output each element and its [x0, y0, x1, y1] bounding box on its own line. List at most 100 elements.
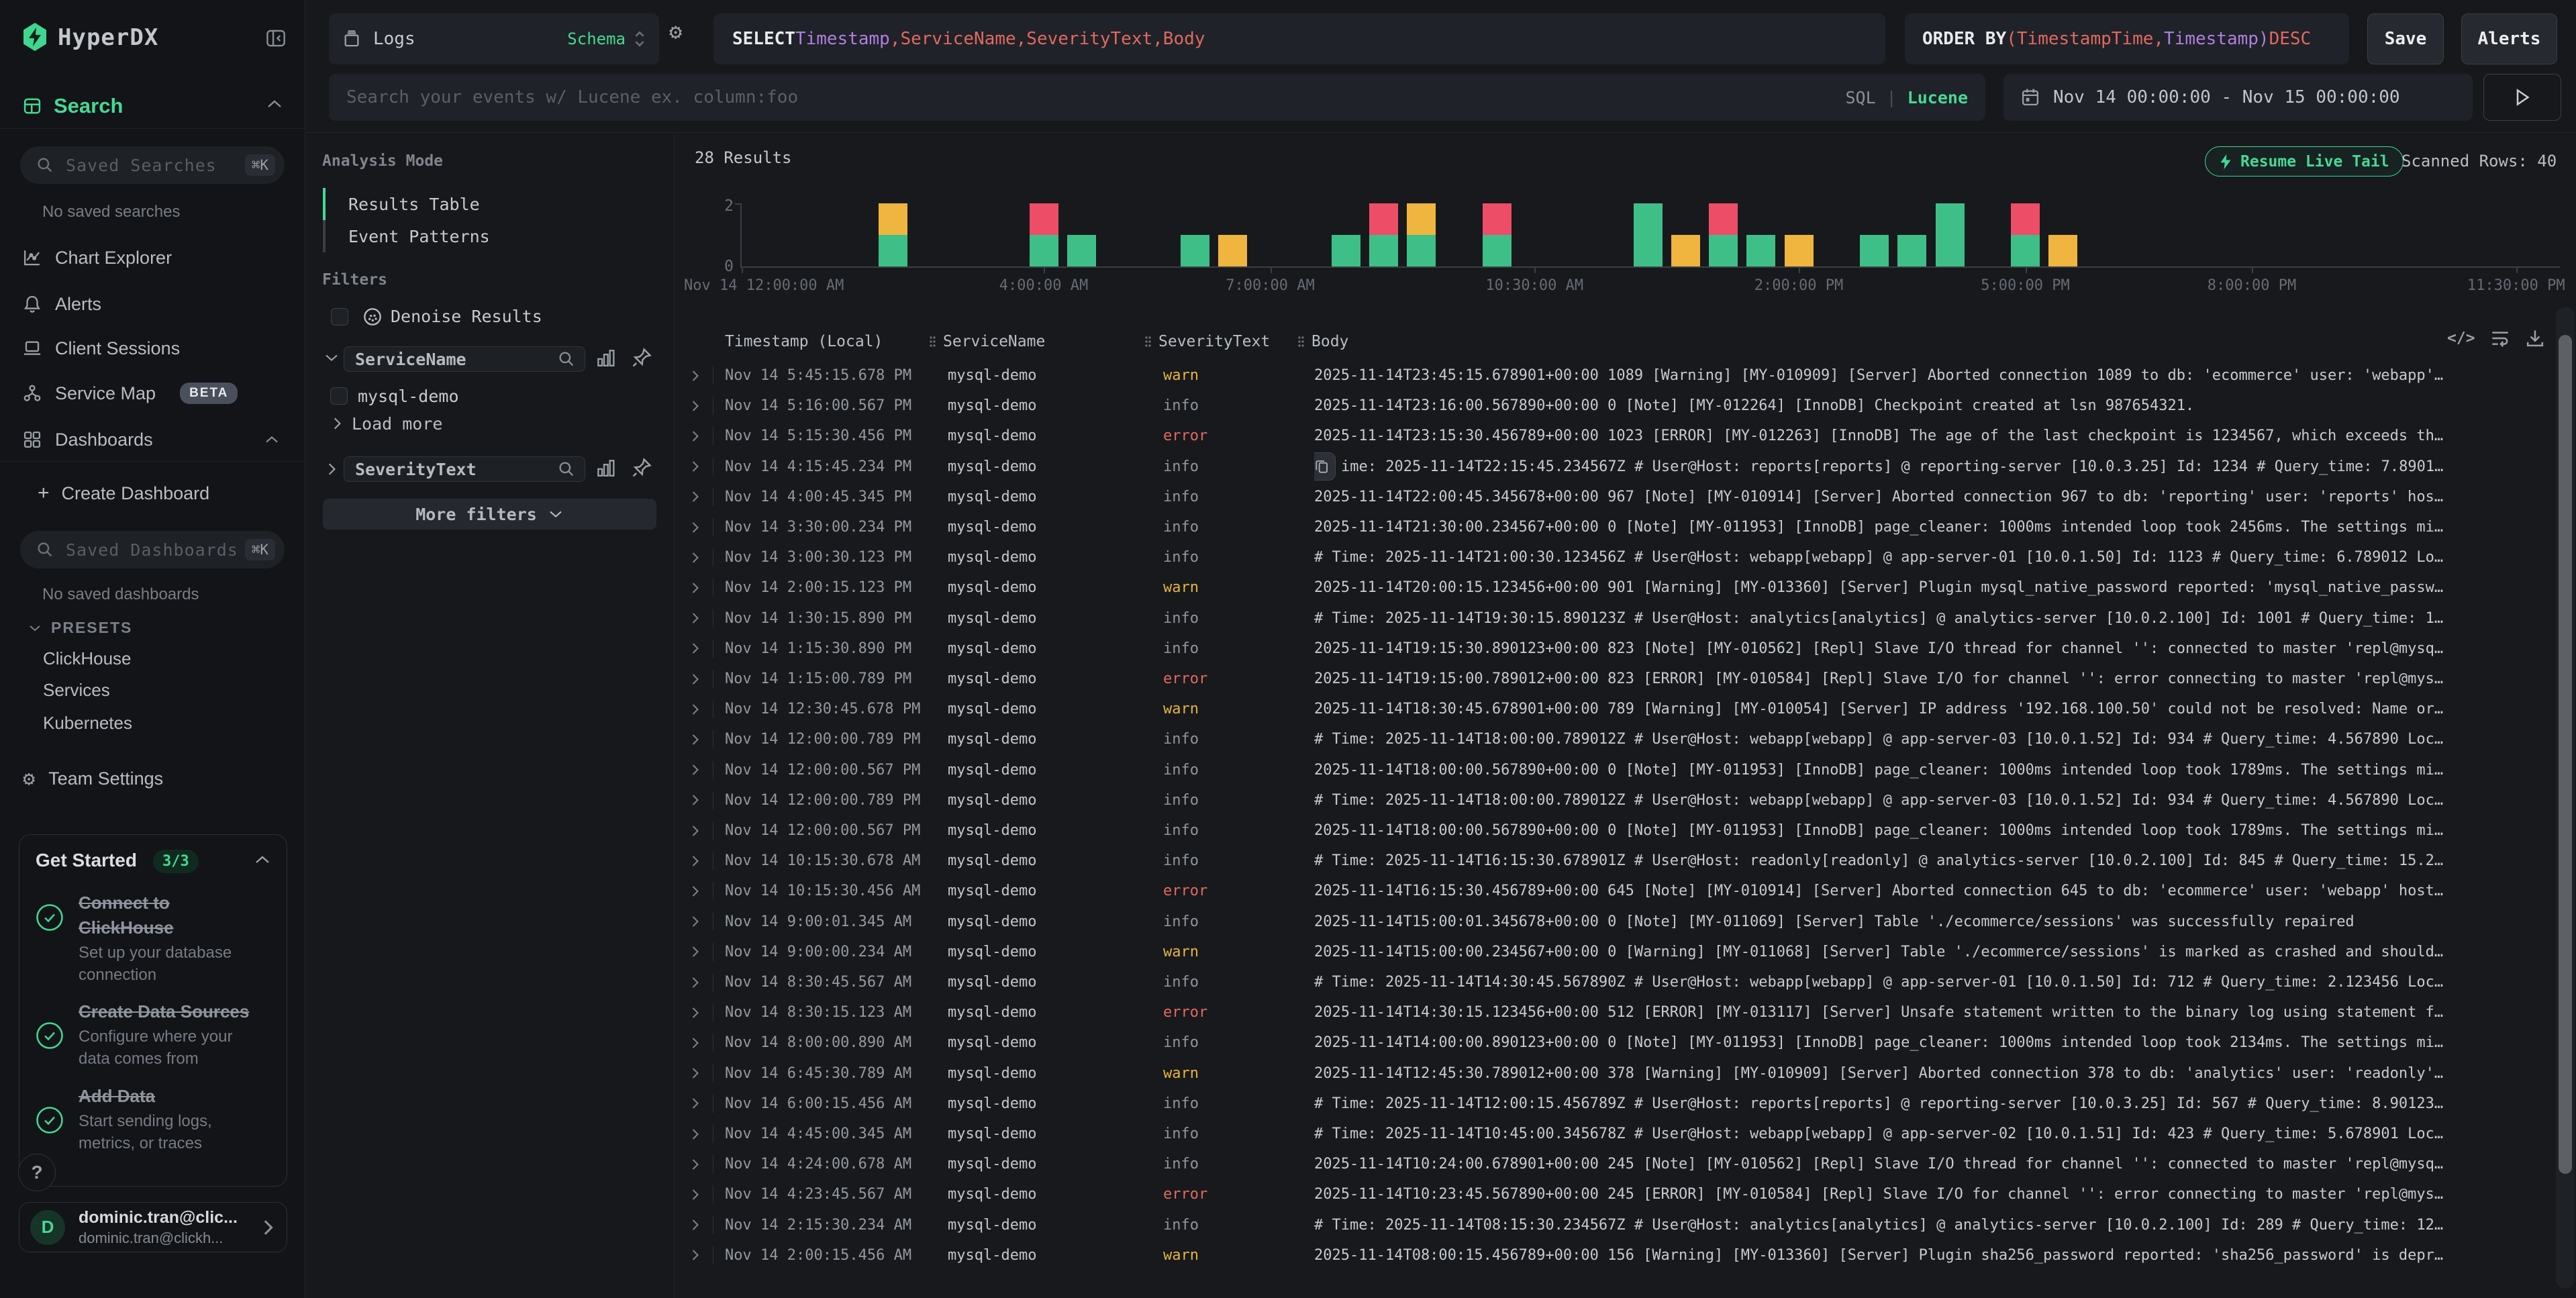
row-expand-icon[interactable] [690, 581, 700, 595]
drag-handle-icon[interactable] [1297, 335, 1305, 348]
row-expand-icon[interactable] [690, 1066, 700, 1080]
table-row[interactable]: Nov 14 4:45:00.345 AMmysql-demoinfo# Tim… [675, 1119, 2555, 1149]
row-expand-icon[interactable] [690, 1128, 700, 1141]
collapse-sidebar-icon[interactable] [266, 28, 286, 48]
table-row[interactable]: Nov 14 9:00:01.345 AMmysql-demoinfo2025-… [675, 907, 2555, 937]
row-expand-icon[interactable] [690, 976, 700, 989]
user-profile-chip[interactable]: D dominic.tran@clic... dominic.tran@clic… [19, 1202, 287, 1252]
preset-clickhouse[interactable]: ClickHouse [43, 648, 132, 669]
download-icon[interactable] [2525, 328, 2545, 348]
table-row[interactable]: Nov 14 1:15:00.789 PMmysql-demoerror2025… [675, 664, 2555, 694]
search-icon[interactable] [558, 460, 575, 478]
filter-group-servicename[interactable]: ServiceName [344, 346, 585, 372]
save-button[interactable]: Save [2367, 13, 2444, 64]
select-clause-input[interactable]: SELECT Timestamp,ServiceName,SeverityTex… [713, 13, 1885, 64]
help-button[interactable]: ? [18, 1154, 56, 1191]
row-expand-icon[interactable] [690, 915, 700, 928]
sidebar-section-search[interactable]: Search [23, 94, 123, 118]
row-expand-icon[interactable] [690, 399, 700, 413]
chevron-down-icon[interactable] [324, 352, 340, 363]
copy-button[interactable] [1314, 452, 1336, 481]
bar-chart-icon[interactable] [596, 458, 616, 479]
pin-icon[interactable] [631, 347, 652, 368]
saved-dashboards-input[interactable]: Saved Dashboards ⌘K [20, 531, 285, 568]
row-expand-icon[interactable] [690, 672, 700, 686]
column-header-body[interactable]: Body [1297, 330, 1348, 354]
row-expand-icon[interactable] [690, 1188, 700, 1201]
analysis-mode-results-table[interactable]: Results Table [323, 188, 605, 220]
sidebar-item-service-map[interactable]: Service Map BETA [0, 375, 305, 412]
get-started-item[interactable]: Connect to ClickHouse Set up your databa… [79, 891, 256, 986]
bar-chart-icon[interactable] [596, 348, 616, 368]
analysis-mode-event-patterns[interactable]: Event Patterns [323, 220, 605, 252]
language-toggle[interactable]: SQL | Lucene [1845, 88, 1968, 107]
row-expand-icon[interactable] [690, 763, 700, 777]
table-row[interactable]: Nov 14 6:45:30.789 AMmysql-demowarn2025-… [675, 1058, 2555, 1089]
table-row[interactable]: Nov 14 4:23:45.567 AMmysql-demoerror2025… [675, 1179, 2555, 1209]
column-header-severitytext[interactable]: SeverityText [1144, 330, 1270, 354]
create-dashboard-button[interactable]: + Create Dashboard [38, 482, 209, 505]
table-row[interactable]: Nov 14 4:24:00.678 AMmysql-demoinfo2025-… [675, 1149, 2555, 1179]
column-header-timestamp[interactable]: Timestamp (Local) [725, 330, 883, 354]
table-row[interactable]: Nov 14 10:15:30.678 AMmysql-demoinfo# Ti… [675, 846, 2555, 876]
row-expand-icon[interactable] [690, 793, 700, 807]
row-expand-icon[interactable] [690, 703, 700, 716]
chevron-up-icon[interactable] [254, 854, 271, 866]
scrollbar-track[interactable] [2556, 307, 2575, 1289]
denoise-checkbox[interactable] [331, 308, 348, 326]
resume-live-tail-button[interactable]: Resume Live Tail [2205, 146, 2404, 177]
chevron-right-icon[interactable] [326, 462, 337, 477]
alerts-button[interactable]: Alerts [2461, 13, 2557, 64]
table-row[interactable]: Nov 14 5:16:00.567 PMmysql-demoinfo2025-… [675, 391, 2555, 421]
table-row[interactable]: Nov 14 8:30:45.567 AMmysql-demoinfo# Tim… [675, 967, 2555, 997]
row-expand-icon[interactable] [690, 551, 700, 564]
row-expand-icon[interactable] [690, 1158, 700, 1171]
table-row[interactable]: Nov 14 5:45:15.678 PMmysql-demowarn2025-… [675, 360, 2555, 391]
row-expand-icon[interactable] [690, 369, 700, 383]
lang-sql[interactable]: SQL [1845, 88, 1875, 107]
filter-group-severitytext[interactable]: SeverityText [344, 456, 585, 482]
table-row[interactable]: Nov 14 5:15:30.456 PMmysql-demoerror2025… [675, 421, 2555, 451]
scrollbar-thumb[interactable] [2559, 335, 2572, 1174]
table-row[interactable]: Nov 14 8:30:15.123 AMmysql-demoerror2025… [675, 997, 2555, 1028]
row-expand-icon[interactable] [690, 824, 700, 838]
saved-searches-input[interactable]: Saved Searches ⌘K [20, 146, 285, 184]
row-expand-icon[interactable] [690, 642, 700, 655]
table-row[interactable]: Nov 14 3:30:00.234 PMmysql-demoinfo2025-… [675, 512, 2555, 542]
table-row[interactable]: Nov 14 1:15:30.890 PMmysql-demoinfo2025-… [675, 634, 2555, 664]
table-row[interactable]: Nov 14 12:00:00.789 PMmysql-demoinfo# Ti… [675, 724, 2555, 754]
table-row[interactable]: Nov 14 6:00:15.456 AMmysql-demoinfo# Tim… [675, 1089, 2555, 1119]
table-row[interactable]: Nov 14 12:00:00.567 PMmysql-demoinfo2025… [675, 815, 2555, 846]
search-icon[interactable] [558, 350, 575, 368]
servicename-value-checkbox[interactable] [330, 387, 348, 405]
lang-lucene[interactable]: Lucene [1908, 88, 1968, 107]
get-started-item[interactable]: Add Data Start sending logs, metrics, or… [79, 1084, 256, 1154]
preset-kubernetes[interactable]: Kubernetes [43, 713, 132, 734]
row-expand-icon[interactable] [690, 1006, 700, 1019]
chevron-right-icon[interactable] [332, 416, 342, 431]
wrap-lines-icon[interactable] [2490, 328, 2510, 348]
row-expand-icon[interactable] [690, 611, 700, 625]
gear-icon[interactable]: ⚙ [669, 19, 682, 44]
table-row[interactable]: Nov 14 9:00:00.234 AMmysql-demowarn2025-… [675, 937, 2555, 967]
load-more-link[interactable]: Load more [352, 414, 442, 434]
sidebar-item-chart-explorer[interactable]: Chart Explorer [0, 239, 305, 277]
table-row[interactable]: Nov 14 2:00:15.123 PMmysql-demowarn2025-… [675, 572, 2555, 603]
table-row[interactable]: Nov 14 12:00:00.789 PMmysql-demoinfo# Ti… [675, 785, 2555, 815]
search-input[interactable]: Search your events w/ Lucene ex. column:… [329, 74, 1985, 121]
table-row[interactable]: Nov 14 12:30:45.678 PMmysql-demowarn2025… [675, 694, 2555, 724]
source-select[interactable]: Logs Schema [329, 13, 659, 64]
row-expand-icon[interactable] [690, 1097, 700, 1110]
drag-handle-icon[interactable] [929, 335, 936, 348]
table-row[interactable]: Nov 14 10:15:30.456 AMmysql-demoerror202… [675, 876, 2555, 906]
row-expand-icon[interactable] [690, 733, 700, 746]
order-by-input[interactable]: ORDER BY (TimestampTime, Timestamp) DESC [1905, 13, 2349, 64]
sidebar-item-client-sessions[interactable]: Client Sessions [0, 330, 305, 367]
sidebar-item-dashboards[interactable]: Dashboards [0, 421, 305, 458]
chevron-up-icon[interactable] [266, 98, 283, 110]
table-row[interactable]: Nov 14 12:00:00.567 PMmysql-demoinfo2025… [675, 755, 2555, 785]
table-row[interactable]: Nov 14 2:15:30.234 AMmysql-demoinfo# Tim… [675, 1210, 2555, 1240]
column-header-servicename[interactable]: ServiceName [929, 330, 1045, 354]
sidebar-item-team-settings[interactable]: ⚙ Team Settings [0, 760, 305, 797]
more-filters-button[interactable]: More filters [323, 499, 656, 530]
